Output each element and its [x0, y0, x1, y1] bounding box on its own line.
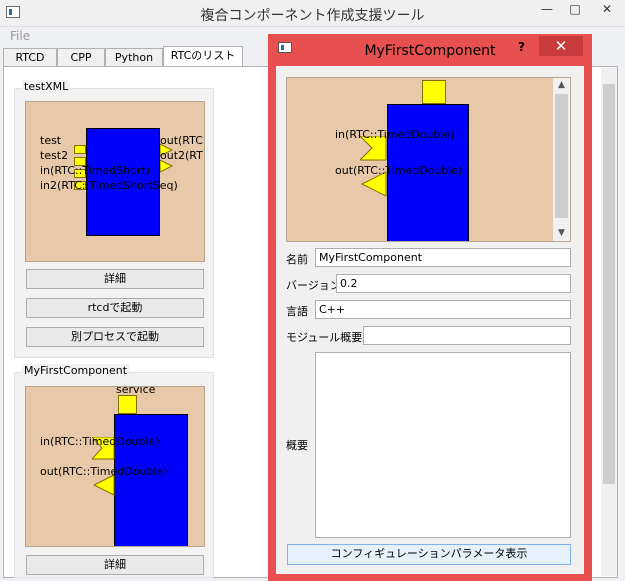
port-label: out(RTC::TimedDouble) — [335, 164, 463, 177]
port-label: test — [40, 134, 62, 147]
service-port[interactable] — [118, 395, 137, 414]
dialog-close-button[interactable]: ✕ — [539, 36, 583, 56]
minimize-button[interactable]: — — [534, 2, 560, 18]
tab-rtc-list[interactable]: RTCのリスト — [163, 46, 243, 67]
tab-cpp[interactable]: CPP — [57, 48, 105, 66]
port-label: in2(RTC::TimedShortSeq) — [40, 179, 178, 192]
close-button[interactable]: ✕ — [594, 2, 620, 18]
scroll-down-icon[interactable]: ▼ — [555, 228, 568, 238]
maximize-button[interactable]: □ — [562, 2, 588, 18]
config-params-button[interactable]: コンフィギュレーションパラメータ表示 — [287, 544, 571, 565]
port-label: in(RTC::TimedDouble) — [40, 435, 160, 448]
tab-python[interactable]: Python — [105, 48, 163, 66]
group-title: testXML — [22, 80, 71, 93]
service-port[interactable] — [422, 80, 446, 104]
port-test[interactable] — [74, 145, 86, 154]
details-button[interactable]: 詳細 — [26, 269, 204, 289]
port-label: out(RTC::TimedDouble) — [40, 465, 168, 478]
dialog-component-canvas[interactable]: service in(RTC::TimedDouble) out(RTC::Ti… — [286, 77, 571, 242]
port-label: in(RTC::TimedDouble) — [335, 128, 455, 141]
component-block[interactable] — [114, 414, 188, 546]
language-field[interactable]: C++ — [315, 300, 571, 319]
version-field[interactable]: 0.2 — [336, 274, 571, 293]
window-title: 複合コンポーネント作成支援ツール — [200, 8, 425, 24]
port-label: test2 — [40, 149, 69, 162]
menu-file[interactable]: File — [10, 29, 30, 43]
canvas-scrollbar-thumb[interactable] — [555, 94, 568, 218]
module-summary-field[interactable] — [363, 326, 571, 345]
module-summary-label: モジュール概要 — [286, 331, 363, 344]
launch-rtcd-button[interactable]: rtcdで起動 — [26, 298, 204, 318]
main-scrollbar-thumb[interactable] — [603, 84, 615, 484]
scroll-up-icon[interactable]: ▲ — [555, 80, 568, 90]
name-label: 名前 — [286, 253, 308, 266]
component-canvas[interactable]: test test2 in(RTC::TimedShort) in2(RTC::… — [25, 101, 205, 262]
port-label: out2(RT — [160, 149, 203, 162]
summary-textarea[interactable] — [315, 352, 571, 538]
port-label: out(RTC — [160, 134, 203, 147]
name-field[interactable]: MyFirstComponent — [315, 248, 571, 267]
port-label: in(RTC::TimedShort) — [40, 164, 151, 177]
details-button[interactable]: 詳細 — [26, 555, 204, 575]
version-label: バージョン — [286, 279, 341, 292]
tab-rtcd[interactable]: RTCD — [3, 48, 57, 66]
group-title: MyFirstComponent — [22, 364, 130, 377]
language-label: 言語 — [286, 305, 308, 318]
help-button[interactable]: ? — [518, 40, 525, 54]
launch-separate-process-button[interactable]: 別プロセスで起動 — [26, 327, 204, 347]
component-canvas[interactable]: service in(RTC::TimedDouble) out(RTC::Ti… — [25, 386, 205, 547]
summary-label: 概要 — [286, 439, 308, 452]
